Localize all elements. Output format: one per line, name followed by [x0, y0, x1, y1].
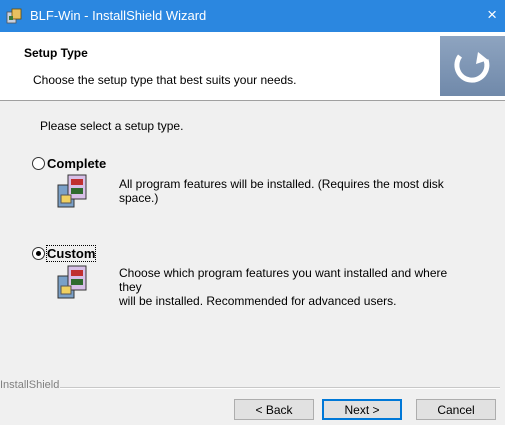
wizard-footer: InstallShield < Back Next > Cancel: [0, 371, 505, 425]
complete-description-line2: space.): [119, 191, 159, 205]
title-bar: BLF-Win - InstallShield Wizard ×: [0, 0, 505, 32]
cancel-button[interactable]: Cancel: [416, 399, 496, 420]
back-button[interactable]: < Back: [234, 399, 314, 420]
wizard-content: Please select a setup type. Complete All…: [0, 101, 505, 371]
page-title: Setup Type: [24, 46, 88, 60]
installshield-brand: InstallShield: [0, 379, 60, 391]
footer-separator: [60, 387, 500, 389]
option-complete[interactable]: Complete: [32, 156, 106, 171]
custom-radio[interactable]: [32, 247, 45, 260]
package-icon: [57, 174, 87, 208]
custom-description: Choose which program features you want i…: [119, 266, 459, 308]
setup-logo-icon: [440, 36, 505, 96]
page-subtitle: Choose the setup type that best suits yo…: [33, 73, 297, 87]
custom-description-line2: will be installed. Recommended for advan…: [119, 294, 397, 308]
setup-prompt: Please select a setup type.: [40, 119, 184, 133]
complete-description-line1: All program features will be installed. …: [119, 177, 444, 191]
next-button[interactable]: Next >: [322, 399, 402, 420]
complete-description: All program features will be installed. …: [119, 177, 459, 205]
custom-description-line1: Choose which program features you want i…: [119, 266, 448, 294]
package-icon: [57, 265, 87, 299]
wizard-header: Setup Type Choose the setup type that be…: [0, 32, 505, 101]
complete-radio[interactable]: [32, 157, 45, 170]
close-button[interactable]: ×: [487, 5, 497, 25]
option-custom[interactable]: Custom: [32, 245, 97, 262]
custom-label[interactable]: Custom: [45, 245, 97, 262]
complete-label[interactable]: Complete: [47, 156, 106, 171]
installer-icon: [6, 8, 22, 24]
window-title: BLF-Win - InstallShield Wizard: [30, 8, 207, 23]
